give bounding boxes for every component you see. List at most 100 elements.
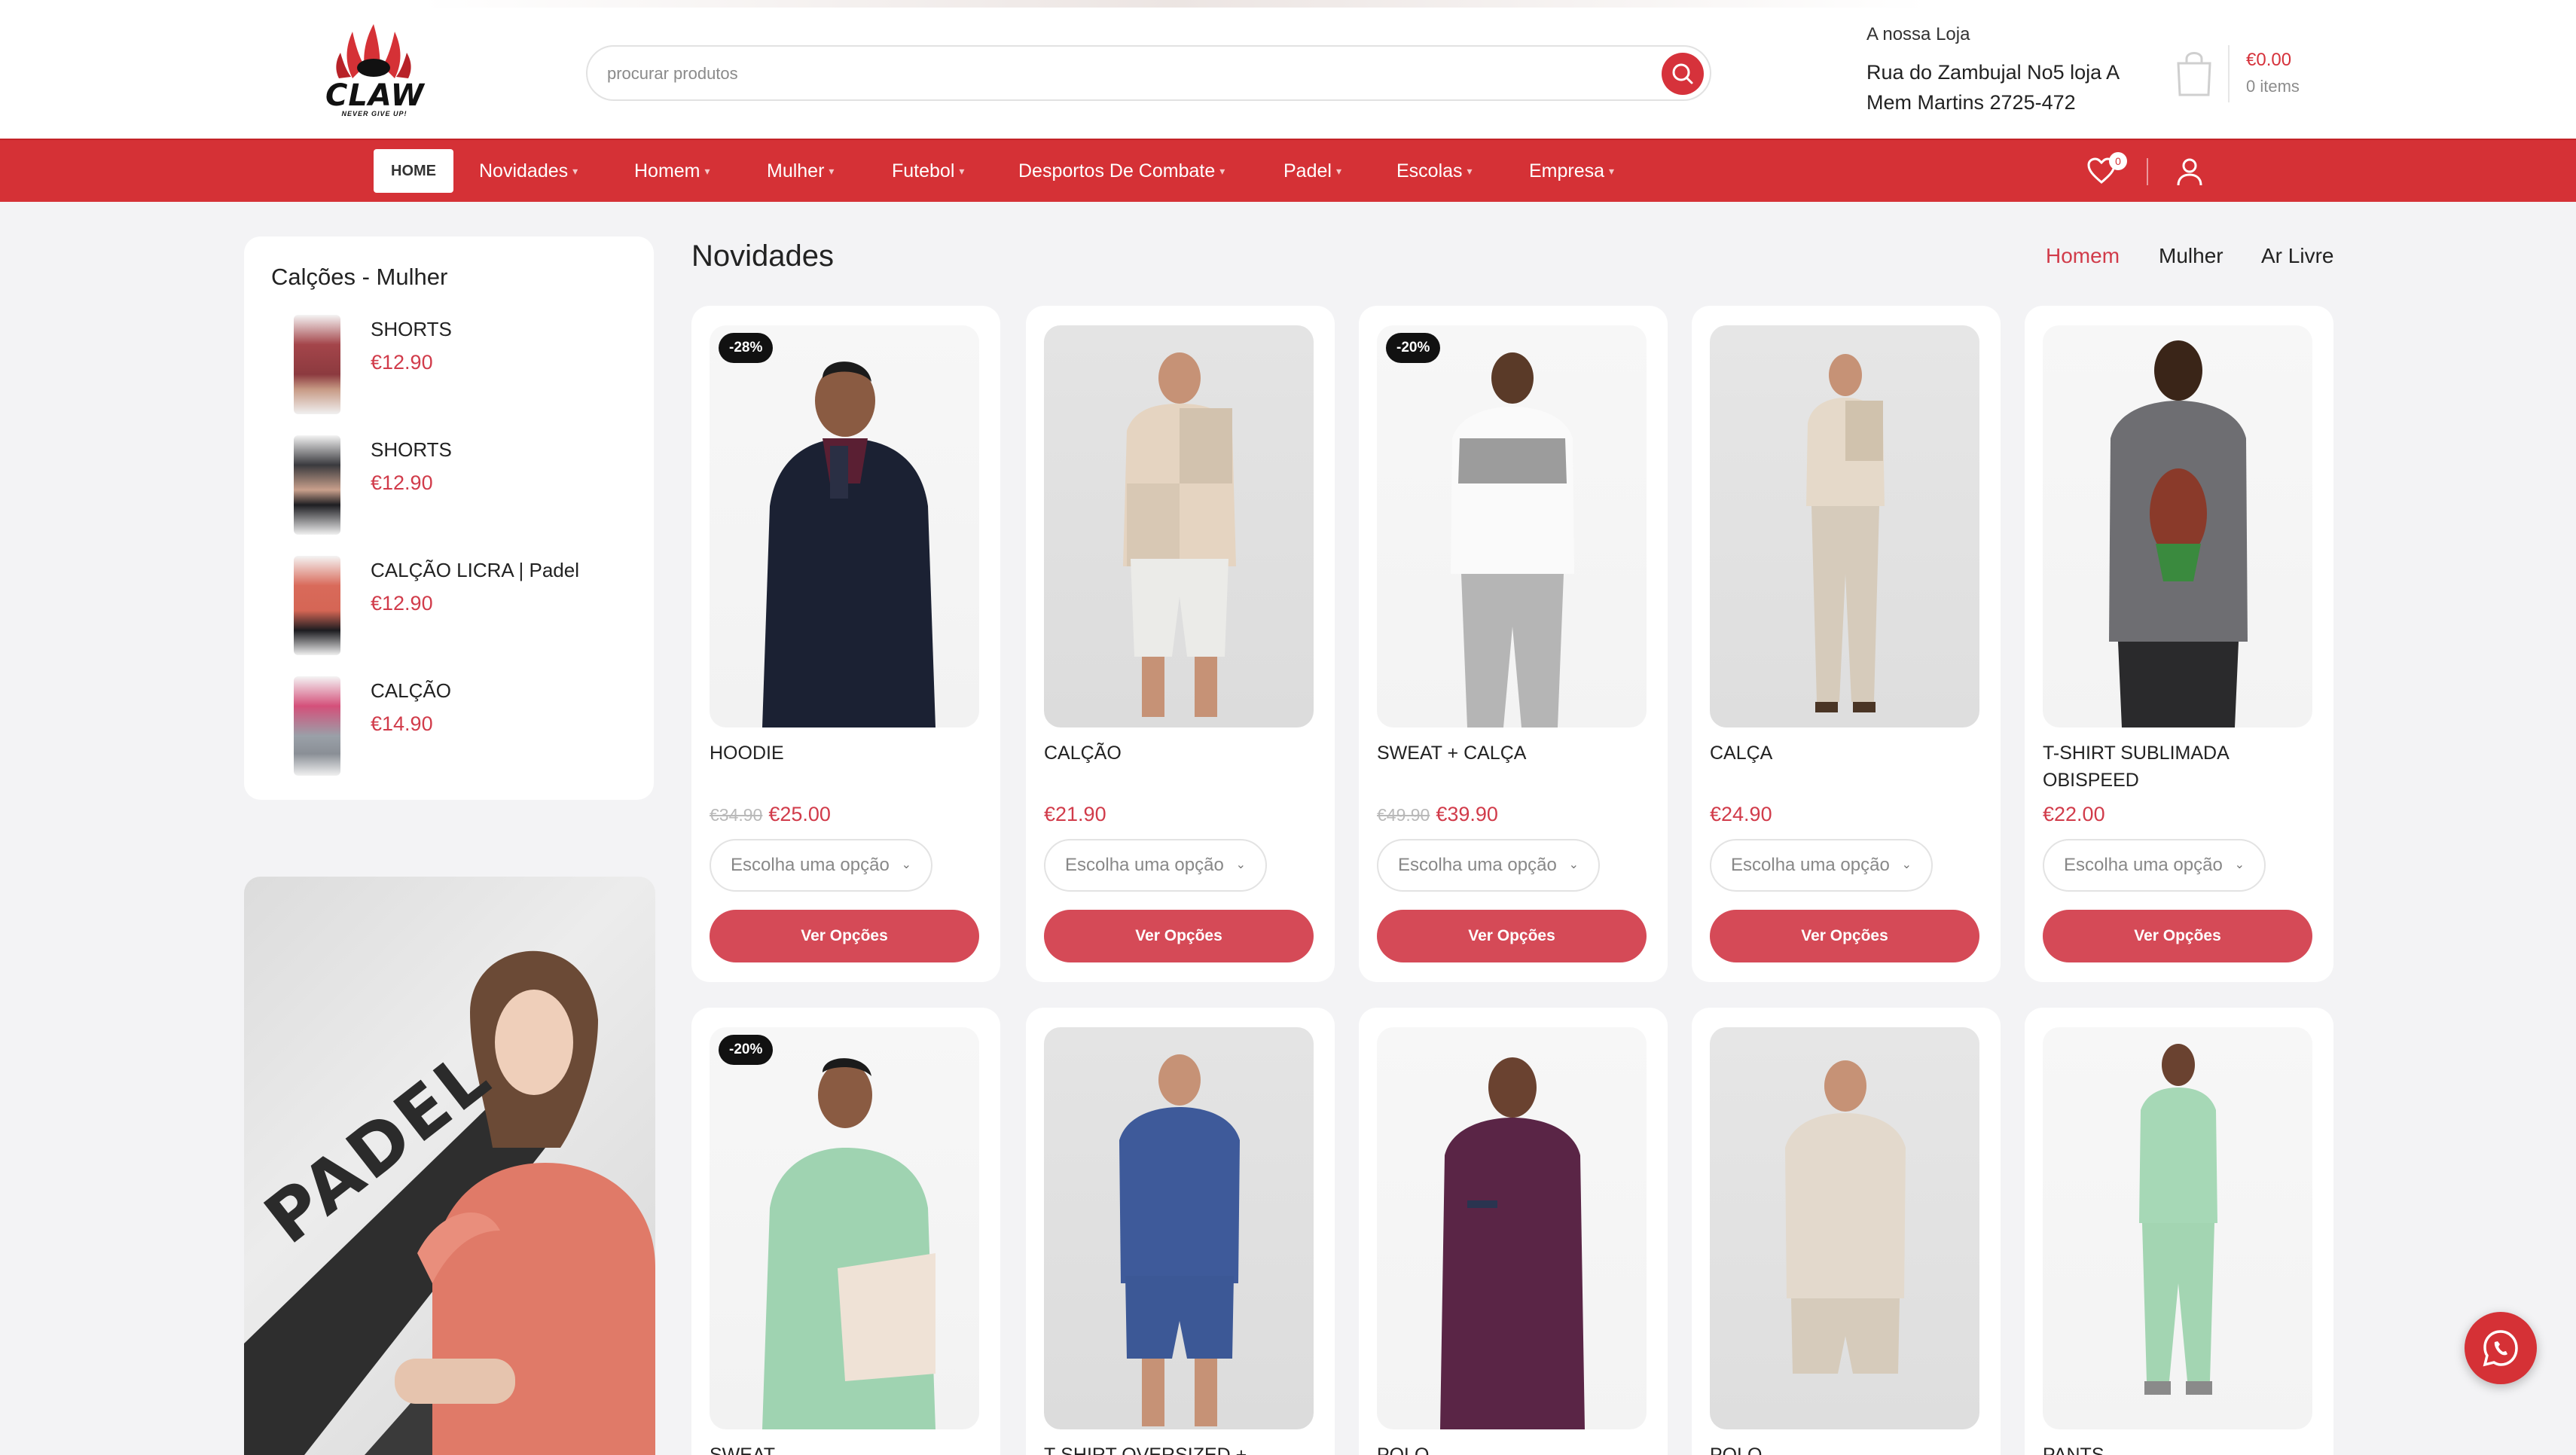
sidebar-product-name: SHORTS — [371, 438, 452, 461]
product-name[interactable]: SWEAT + CALÇA — [1377, 740, 1648, 767]
account-button[interactable] — [2175, 157, 2204, 187]
current-price: €24.90 — [1710, 803, 1772, 825]
search-input[interactable] — [607, 59, 1631, 89]
chevron-down-icon: ⌄ — [2234, 859, 2245, 871]
discount-badge: -20% — [719, 1035, 774, 1065]
variant-select[interactable]: Escolha uma opção ⌄ — [1044, 839, 1267, 892]
chevron-down-icon: ⌄ — [1235, 859, 1246, 871]
discount-badge: -28% — [719, 333, 774, 363]
nav-divider — [2147, 158, 2148, 185]
nav-item-desportos-de-combate[interactable]: Desportos De Combate ▾ — [1018, 149, 1225, 193]
site-logo[interactable]: CLAW NEVER GIVE UP! — [322, 23, 425, 119]
tab-homem[interactable]: Homem — [2046, 244, 2120, 268]
nav-item-empresa[interactable]: Empresa ▾ — [1529, 149, 1614, 193]
product-card[interactable]: -20% SWEAT + CALÇA €49.90 €39.90 Escolha … — [1359, 306, 1668, 982]
padel-promo-banner[interactable]: PADEL — [244, 877, 655, 1455]
sidebar-product[interactable]: CALÇÃO LICRA | Padel €12.90 — [271, 556, 633, 661]
search-button[interactable] — [1662, 53, 1704, 95]
variant-select[interactable]: Escolha uma opção ⌄ — [1377, 839, 1600, 892]
sidebar-product-name: CALÇÃO — [371, 679, 451, 702]
product-name[interactable]: T-SHIRT OVERSIZED + — [1044, 1441, 1315, 1455]
sidebar-product[interactable]: SHORTS €12.90 — [271, 435, 633, 541]
cart-count[interactable]: 0 items — [2246, 77, 2300, 96]
product-card[interactable]: -28% HOODIE €34.90 €25.00 Escolha uma opç… — [691, 306, 1000, 982]
product-name[interactable]: CALÇÃO — [1044, 740, 1315, 767]
chevron-down-icon: ▾ — [1609, 164, 1615, 177]
select-placeholder: Escolha uma opção — [2064, 855, 2223, 875]
main-nav: HOME Novidades ▾ Homem ▾ Mulher ▾ Futebol ▾ … — [0, 139, 2576, 202]
current-price: €21.90 — [1044, 803, 1106, 825]
cart-total[interactable]: €0.00 — [2246, 50, 2291, 71]
product-thumbnail — [294, 315, 340, 414]
nav-item-label: Padel — [1283, 160, 1332, 181]
nav-item-padel[interactable]: Padel ▾ — [1283, 149, 1341, 193]
nav-item-novidades[interactable]: Novidades ▾ — [479, 149, 578, 193]
product-name[interactable]: SWEAT — [710, 1441, 981, 1455]
nav-item-homem[interactable]: Homem ▾ — [634, 149, 710, 193]
select-placeholder: Escolha uma opção — [731, 855, 890, 875]
chevron-down-icon: ⌄ — [1568, 859, 1579, 871]
top-header: CLAW NEVER GIVE UP! A nossa Loja Rua do … — [0, 0, 2576, 139]
variant-select[interactable]: Escolha uma opção ⌄ — [1710, 839, 1933, 892]
whatsapp-icon — [2483, 1330, 2518, 1367]
view-options-button[interactable]: Ver Opções — [1044, 910, 1314, 962]
sidebar-product-price: €14.90 — [371, 712, 433, 735]
nav-item-mulher[interactable]: Mulher ▾ — [767, 149, 834, 193]
chevron-down-icon: ▾ — [1467, 164, 1473, 177]
product-price: €21.90 — [1044, 803, 1106, 826]
sidebar-product-name: SHORTS — [371, 318, 452, 340]
logo-tagline: NEVER GIVE UP! — [341, 110, 407, 117]
product-card[interactable]: CALÇA €24.90 Escolha uma opção ⌄ Ver Opçõ… — [1692, 306, 2001, 982]
product-thumbnail — [294, 676, 340, 776]
sidebar-product-widget: Calções - Mulher SHORTS €12.90 SHORTS €1… — [244, 236, 654, 800]
product-card[interactable]: CALÇÃO €21.90 Escolha uma opção ⌄ Ver Opç… — [1026, 306, 1335, 982]
product-name[interactable]: POLO — [1377, 1441, 1648, 1455]
nav-home[interactable]: HOME — [374, 149, 453, 193]
variant-select[interactable]: Escolha uma opção ⌄ — [2043, 839, 2266, 892]
product-name[interactable]: POLO — [1710, 1441, 1981, 1455]
view-options-button[interactable]: Ver Opções — [710, 910, 979, 962]
product-card[interactable]: POLO — [1359, 1008, 1668, 1455]
cart-divider — [2228, 45, 2230, 102]
sidebar-product[interactable]: CALÇÃO €14.90 — [271, 676, 633, 782]
store-label: A nossa Loja — [1866, 24, 1970, 44]
sidebar-product[interactable]: SHORTS €12.90 — [271, 315, 633, 420]
product-image — [710, 1027, 979, 1429]
product-name[interactable]: HOODIE — [710, 740, 981, 767]
product-card[interactable]: -20% SWEAT — [691, 1008, 1000, 1455]
select-placeholder: Escolha uma opção — [1398, 855, 1557, 875]
tab-ar-livre[interactable]: Ar Livre — [2261, 244, 2333, 268]
variant-select[interactable]: Escolha uma opção ⌄ — [710, 839, 932, 892]
product-name[interactable]: T-SHIRT SUBLIMADA OBISPEED — [2043, 740, 2314, 794]
product-image — [1710, 325, 1979, 728]
product-name[interactable]: CALÇA — [1710, 740, 1981, 767]
sidebar-title: Calções - Mulher — [271, 264, 448, 290]
cart-button[interactable] — [2174, 48, 2214, 98]
user-icon — [2177, 158, 2202, 186]
product-card[interactable]: T-SHIRT SUBLIMADA OBISPEED €22.00 Escolh… — [2025, 306, 2333, 982]
select-placeholder: Escolha uma opção — [1065, 855, 1224, 875]
nav-item-label: Novidades — [479, 160, 569, 181]
product-thumbnail — [294, 435, 340, 535]
sidebar-product-price: €12.90 — [371, 592, 433, 615]
tab-mulher[interactable]: Mulher — [2159, 244, 2223, 268]
product-price: €34.90 €25.00 — [710, 803, 831, 826]
header-decoration — [422, 0, 1928, 8]
product-name[interactable]: PANTS — [2043, 1441, 2314, 1455]
view-options-button[interactable]: Ver Opções — [1377, 910, 1647, 962]
current-price: €39.90 — [1436, 803, 1498, 825]
nav-item-escolas[interactable]: Escolas ▾ — [1396, 149, 1473, 193]
view-options-button[interactable]: Ver Opções — [2043, 910, 2312, 962]
shopping-bag-icon — [2177, 52, 2211, 96]
nav-item-label: Empresa — [1529, 160, 1605, 181]
product-price: €24.90 — [1710, 803, 1772, 826]
product-image — [1710, 1027, 1979, 1429]
whatsapp-chat-button[interactable] — [2465, 1312, 2537, 1384]
current-price: €25.00 — [768, 803, 831, 825]
product-card[interactable]: POLO — [1692, 1008, 2001, 1455]
view-options-button[interactable]: Ver Opções — [1710, 910, 1979, 962]
nav-item-futebol[interactable]: Futebol ▾ — [892, 149, 964, 193]
product-card[interactable]: PANTS — [2025, 1008, 2333, 1455]
product-card[interactable]: T-SHIRT OVERSIZED + — [1026, 1008, 1335, 1455]
old-price: €49.90 — [1377, 805, 1430, 825]
